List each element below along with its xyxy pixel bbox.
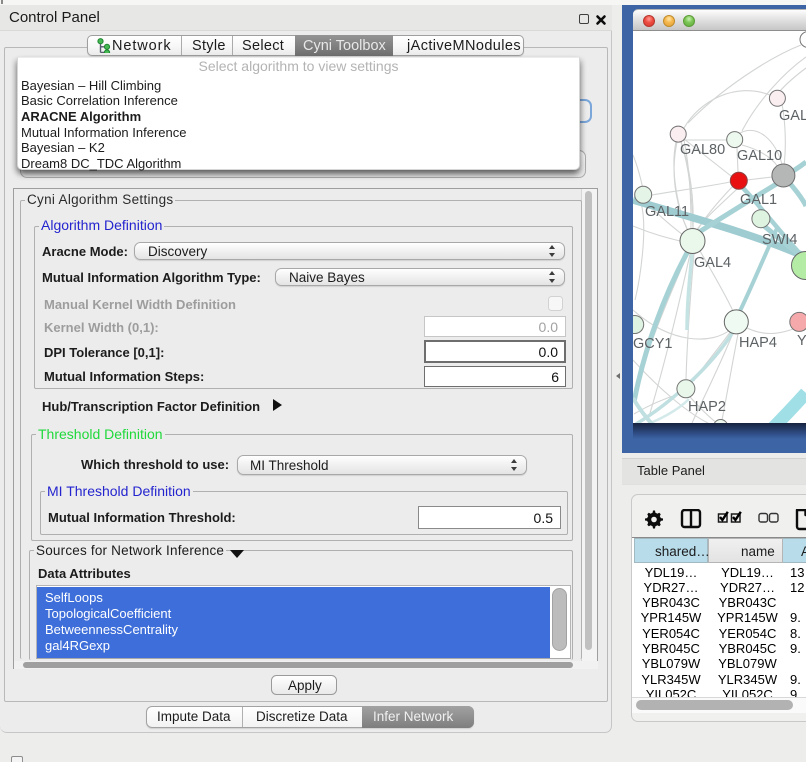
svg-text:HAP4: HAP4: [739, 335, 777, 351]
svg-text:SWI4: SWI4: [762, 232, 797, 248]
svg-text:GAL10: GAL10: [737, 148, 782, 164]
svg-text:GAL11: GAL11: [645, 204, 689, 220]
svg-text:GCY1: GCY1: [633, 336, 673, 352]
svg-text:Y: Y: [797, 333, 806, 349]
svg-text:HAP2: HAP2: [688, 399, 726, 415]
svg-text:GAL80: GAL80: [680, 142, 725, 158]
svg-text:GAL1: GAL1: [740, 192, 777, 208]
svg-text:GAL4: GAL4: [694, 255, 731, 271]
svg-text:GAL2: GAL2: [779, 108, 806, 124]
